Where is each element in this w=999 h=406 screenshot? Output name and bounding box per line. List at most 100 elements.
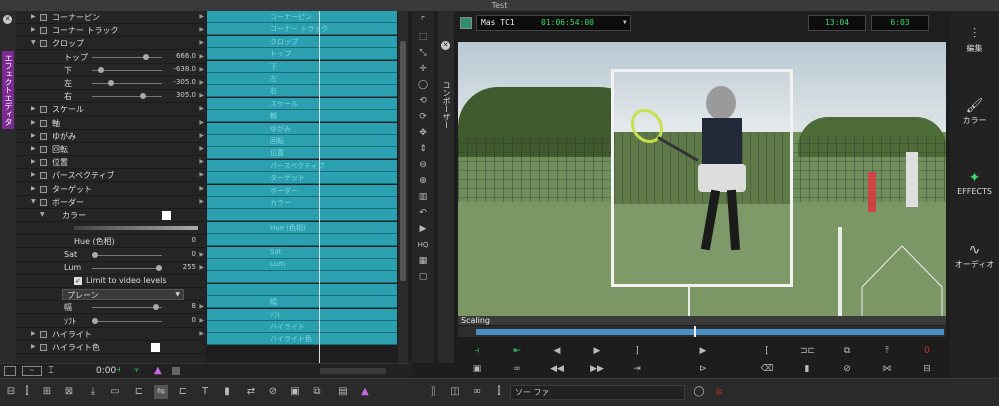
timeline-track[interactable] — [207, 234, 397, 247]
param-row[interactable]: ✓ Limit to video levels — [16, 275, 206, 288]
param-row[interactable]: ▶ 位置 ▶ — [16, 156, 206, 170]
split-view-icon[interactable]: ▤ — [336, 385, 350, 399]
param-row[interactable]: ｿﾌﾄ 0 ▶ — [16, 315, 206, 328]
timeline-track[interactable]: 回転 — [207, 135, 397, 147]
oval-icon[interactable]: ◯ — [417, 79, 429, 91]
param-value[interactable]: 305.0 — [176, 91, 196, 99]
chevron-right-icon[interactable]: ▶ — [199, 198, 204, 205]
param-row[interactable]: 幅 8 ▶ — [16, 301, 206, 315]
triangle-right-icon[interactable]: ▶ — [31, 343, 36, 350]
param-value[interactable]: 0 — [192, 316, 196, 324]
slider-knob[interactable] — [108, 80, 114, 86]
param-row[interactable]: 下 -638.0 ▶ — [16, 64, 206, 77]
timeline-track[interactable]: 下 — [207, 60, 397, 73]
chevron-down-icon[interactable]: ▼ — [623, 16, 627, 30]
hq-icon[interactable]: HQ — [417, 239, 429, 251]
param-row[interactable]: ▶ コーナーピン ▶ — [16, 11, 206, 24]
triangle-right-icon[interactable]: ▶ — [31, 13, 36, 20]
render-icon[interactable]: ▣ — [288, 385, 302, 399]
chevron-down-icon[interactable]: ▼ — [175, 291, 180, 298]
chevron-right-icon[interactable]: ▶ — [199, 53, 204, 60]
param-slider[interactable] — [92, 66, 162, 73]
timeline-track[interactable]: ボーダー — [207, 184, 397, 197]
slider-knob[interactable] — [156, 264, 162, 271]
record-icon[interactable]: 0 — [920, 345, 934, 357]
triangle-right-icon[interactable]: ▶ — [31, 132, 36, 139]
reduce-icon[interactable]: ⌜ — [417, 15, 429, 27]
search-field[interactable]: ソー ファ — [510, 385, 685, 400]
param-row[interactable]: ▼ ボーダー ▶ — [16, 196, 206, 209]
timeline-track[interactable]: カラー — [207, 197, 397, 209]
rewind-icon[interactable]: ◀◀ — [550, 363, 564, 375]
go-to-in-icon[interactable]: ⇤ — [510, 345, 524, 357]
link-icon[interactable]: ∞ — [510, 363, 524, 375]
enable-checkbox[interactable] — [40, 119, 47, 127]
crop-box-icon[interactable]: ⬚ — [417, 31, 429, 43]
chevron-right-icon[interactable]: ▶ — [199, 13, 204, 20]
position-bar[interactable] — [458, 326, 946, 337]
timeline-track[interactable]: トップ — [207, 48, 397, 61]
timeline-track[interactable]: Sat — [207, 246, 397, 259]
param-value[interactable]: -305.0 — [173, 78, 196, 86]
param-row[interactable] — [16, 222, 206, 236]
chevron-right-icon[interactable]: ▶ — [199, 330, 204, 337]
enable-checkbox[interactable] — [40, 40, 47, 48]
step-forward-icon[interactable]: ▶ — [590, 345, 604, 357]
record-icon[interactable]: ⦻ — [712, 385, 726, 399]
color-gradient-bar[interactable] — [74, 226, 198, 231]
rotate-x-icon[interactable]: ⟲ — [417, 95, 429, 107]
go-to-out-icon[interactable]: ⇥ — [630, 363, 644, 375]
param-row[interactable]: ▶ スケール ▶ — [16, 103, 206, 117]
chevron-right-icon[interactable]: ▶ — [199, 26, 204, 33]
chevron-right-icon[interactable]: ▶ — [199, 79, 204, 86]
link-icon[interactable]: ∞ — [470, 385, 484, 399]
segment-icon[interactable]: ⊞ — [40, 385, 54, 399]
chevron-right-icon[interactable]: ▶ — [199, 185, 204, 192]
enable-checkbox[interactable] — [40, 14, 47, 21]
play-icon[interactable]: ▶ — [417, 223, 429, 235]
slider-knob[interactable] — [92, 251, 98, 258]
zoom-in-icon[interactable]: ⊕ — [417, 175, 429, 187]
match-frame-icon[interactable]: ⧉ — [840, 345, 854, 357]
param-row[interactable]: ▶ 回転 ▶ — [16, 143, 206, 156]
timeline-position-indicator[interactable] — [319, 11, 320, 363]
enable-checkbox[interactable] — [40, 132, 47, 140]
mark-clip-icon[interactable]: ⊐⊏ — [800, 345, 815, 357]
dropdown[interactable]: プレーン ▼ — [62, 289, 184, 301]
chevron-right-icon[interactable]: ▶ — [199, 317, 204, 324]
grid-view-icon[interactable] — [4, 366, 16, 376]
step-back-icon[interactable]: ◀ — [550, 345, 564, 357]
timeline-track[interactable] — [207, 209, 397, 222]
triangle-right-icon[interactable]: ▶ — [31, 105, 36, 112]
triangle-right-icon[interactable]: ▶ — [31, 158, 36, 165]
audio-mixer-icon[interactable]: ▮ — [220, 385, 234, 399]
crosshair-icon[interactable]: ✛ — [417, 63, 429, 75]
param-row[interactable]: トップ 666.0 ▶ — [16, 51, 206, 64]
param-row[interactable]: ▶ 軸 ▶ — [16, 117, 206, 130]
effect-keyframe-timeline[interactable]: コーナーピン コーナー トラック クロップ トップ下左右スケール軸ゆがみ 回転 位置 パース… — [207, 11, 397, 363]
triangle-right-icon[interactable]: ▶ — [31, 185, 36, 192]
title-tool-icon[interactable]: T — [198, 385, 212, 399]
param-row[interactable]: ▶ パースペクティブ ▶ — [16, 169, 206, 183]
composer-tab[interactable]: コンポーザー — [440, 81, 452, 129]
timeline-track[interactable]: コーナー トラック — [207, 23, 397, 36]
slider-knob[interactable] — [140, 93, 146, 100]
slider-knob[interactable] — [143, 53, 150, 60]
param-row[interactable]: ▼ クロップ ▶ — [16, 37, 206, 51]
enable-checkbox[interactable] — [40, 146, 47, 153]
source-timecode-box[interactable]: Mas TC1 01:06:54:00 ▼ — [476, 15, 631, 31]
timeline-track[interactable]: 軸 — [207, 110, 397, 123]
trim-in-icon[interactable]: ⫿ — [492, 385, 506, 399]
overwrite-icon[interactable]: ▭ — [108, 385, 122, 399]
enable-checkbox[interactable] — [40, 330, 47, 338]
param-row[interactable]: ▶ ターゲット ▶ — [16, 183, 206, 196]
trim-icon[interactable]: ⫿ — [20, 385, 34, 399]
chevron-right-icon[interactable]: ▶ — [199, 105, 204, 112]
param-row[interactable]: 左 -305.0 ▶ — [16, 77, 206, 90]
vertical-scrollbar[interactable] — [398, 11, 408, 363]
enable-checkbox[interactable] — [40, 27, 47, 35]
disable-icon[interactable]: ⊘ — [266, 385, 280, 399]
param-row[interactable]: ▶ ハイライト ▶ — [16, 328, 206, 341]
position-bar-track[interactable] — [476, 329, 944, 335]
workspace-1[interactable]: 🖌 カラー — [950, 97, 999, 126]
